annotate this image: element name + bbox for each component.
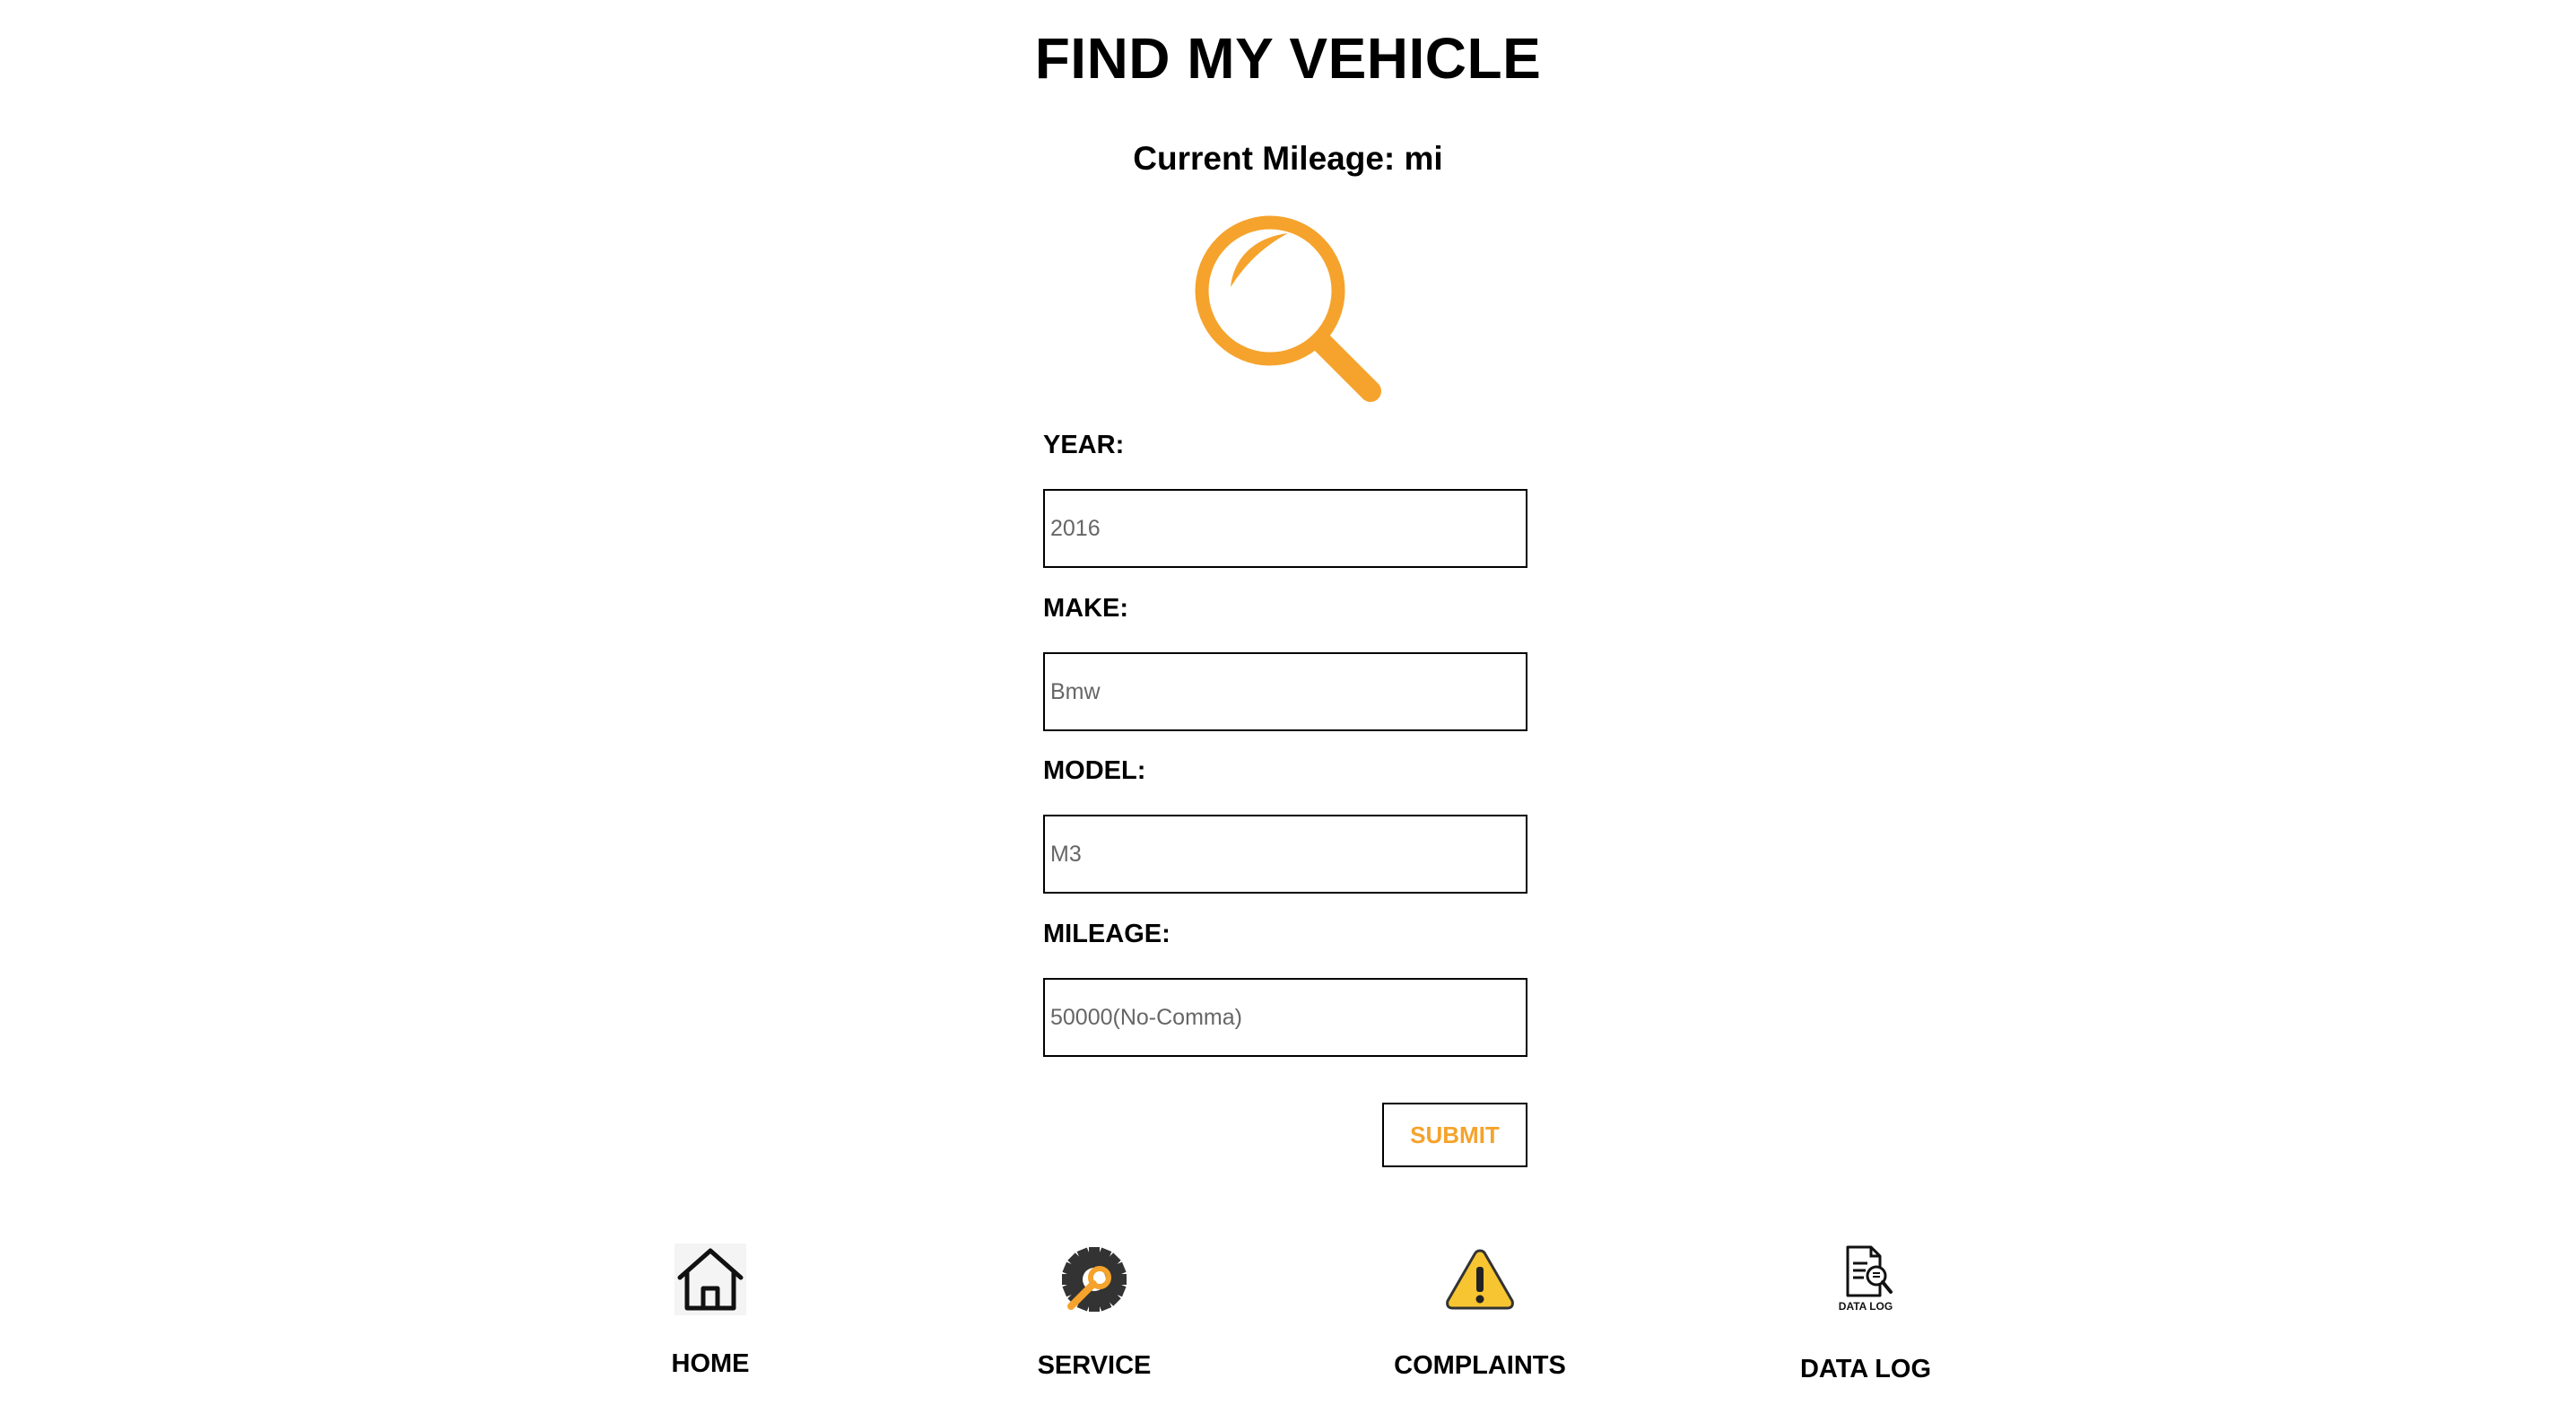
nav-service[interactable]: SERVICE: [960, 1238, 1229, 1391]
gear-wrench-icon: [1062, 1247, 1127, 1312]
nav-data-log-label: DATA LOG: [1799, 1355, 1932, 1383]
mileage-label: MILEAGE:: [1043, 920, 1171, 948]
nav-data-log[interactable]: DATA LOG DATA LOG: [1731, 1238, 2000, 1391]
nav-complaints-label: COMPLAINTS: [1394, 1351, 1566, 1380]
house-icon: [674, 1244, 746, 1315]
nav-home-label: HOME: [671, 1349, 750, 1378]
page-title: FIND MY VEHICLE: [1034, 26, 1542, 91]
data-log-icon: DATA LOG: [1839, 1245, 1893, 1313]
nav-home[interactable]: HOME: [576, 1238, 845, 1391]
current-mileage: Current Mileage: mi: [1133, 140, 1443, 177]
make-label: MAKE:: [1043, 594, 1129, 623]
model-label: MODEL:: [1043, 756, 1146, 785]
year-input[interactable]: [1043, 489, 1527, 568]
magnifier-icon: [1195, 215, 1381, 402]
data-log-icon-text: DATA LOG: [1839, 1300, 1893, 1313]
year-label: YEAR:: [1043, 431, 1125, 459]
model-input[interactable]: [1043, 815, 1527, 894]
find-vehicle-page: FIND MY VEHICLE Current Mileage: mi YEAR…: [0, 0, 2576, 1405]
warning-icon: [1446, 1249, 1514, 1310]
nav-complaints[interactable]: COMPLAINTS: [1345, 1238, 1614, 1391]
mileage-input[interactable]: [1043, 978, 1527, 1057]
nav-service-label: SERVICE: [1037, 1351, 1152, 1380]
make-input[interactable]: [1043, 652, 1527, 731]
submit-button[interactable]: SUBMIT: [1382, 1103, 1527, 1167]
